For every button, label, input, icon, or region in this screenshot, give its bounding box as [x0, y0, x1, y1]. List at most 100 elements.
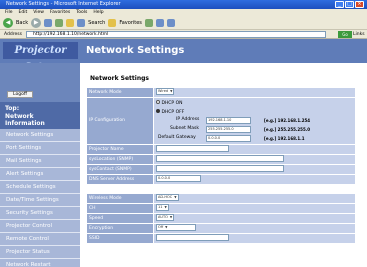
links-label[interactable]: Links: [353, 30, 365, 39]
sidebar-item-projector-status[interactable]: Projector Status: [0, 246, 80, 259]
dhcp-on-radio[interactable]: [156, 100, 160, 104]
sidebar-item-port-settings[interactable]: Port Settings: [0, 142, 80, 155]
window-controls: _ □ ×: [335, 1, 364, 8]
encryption-value: Off: [158, 225, 164, 229]
history-icon[interactable]: [144, 18, 153, 27]
network-mode-value: Wired: [158, 89, 169, 93]
spacer-cell-right: [153, 184, 356, 194]
network-mode-label: Network Mode: [86, 87, 154, 98]
default-gateway-label: Default Gateway: [158, 135, 196, 140]
menu-view[interactable]: View: [33, 9, 44, 16]
row-ip-configuration: IP Configuration DHCP ON DHCP OFF IP Add…: [86, 97, 356, 145]
maximize-icon[interactable]: □: [345, 1, 354, 8]
menu-bar: File Edit View Favorites Tools Help: [0, 9, 367, 16]
sidebar-item-projector-control[interactable]: Projector Control: [0, 220, 80, 233]
sidebar-item-top-network-information[interactable]: Top: Network Information: [0, 102, 80, 129]
dhcp-on-label: DHCP ON: [161, 101, 183, 106]
dhcp-on-option[interactable]: DHCP ON: [156, 100, 182, 106]
browser-window: Network Settings - Microsoft Internet Ex…: [0, 0, 367, 267]
sys-location-cell: [153, 154, 356, 165]
ssid-label: SSID: [86, 233, 154, 244]
ip-configuration-label: IP Configuration: [86, 97, 154, 145]
ch-select[interactable]: 11 ▼: [156, 204, 169, 211]
row-dns-server: DNS Server Address 0.0.0.0: [86, 174, 356, 185]
sidebar-item-schedule-settings[interactable]: Schedule Settings: [0, 181, 80, 194]
sidebar-item-remote-control[interactable]: Remote Control: [0, 233, 80, 246]
sidebar-item-date-time-settings[interactable]: Date/Time Settings: [0, 194, 80, 207]
projector-name-cell: [153, 144, 356, 155]
menu-file[interactable]: File: [5, 9, 13, 16]
page-title: Network Settings: [86, 45, 185, 56]
chevron-down-icon: ▼: [169, 215, 173, 219]
row-network-mode: Network Mode Wired ▼: [86, 87, 356, 98]
default-gateway-example: [e.g.] 192.168.1.1: [264, 136, 305, 141]
home-icon[interactable]: [66, 18, 75, 27]
projector-name-input[interactable]: [156, 145, 229, 152]
sidebar-item-mail-settings[interactable]: Mail Settings: [0, 155, 80, 168]
menu-favorites[interactable]: Favorites: [50, 9, 70, 16]
minimize-icon[interactable]: _: [335, 1, 344, 8]
sys-location-label: sysLocation (SNMP): [86, 154, 154, 165]
encryption-cell: Off ▼: [153, 223, 356, 234]
refresh-icon[interactable]: [55, 18, 64, 27]
speed-label: Speed: [86, 213, 154, 224]
dns-server-input[interactable]: 0.0.0.0: [156, 175, 201, 182]
wireless-mode-select[interactable]: AD-HOC ▼: [156, 194, 179, 201]
subnet-mask-example: [e.g.] 255.255.255.0: [264, 127, 311, 132]
back-icon[interactable]: ◀: [3, 17, 13, 28]
settings-content: Network Settings Network Mode Wired ▼ IP …: [86, 63, 367, 267]
sys-location-input[interactable]: [156, 155, 284, 162]
sys-contact-input[interactable]: [156, 165, 284, 172]
network-mode-select[interactable]: Wired ▼: [156, 88, 175, 95]
ssid-cell: [153, 233, 356, 244]
mail-icon[interactable]: [155, 18, 164, 27]
speed-value: AUTO: [158, 215, 168, 219]
dns-server-cell: 0.0.0.0: [153, 174, 356, 185]
row-sys-location: sysLocation (SNMP): [86, 154, 356, 165]
menu-edit[interactable]: Edit: [19, 9, 28, 16]
wireless-mode-label: Wireless Mode: [86, 193, 154, 204]
encryption-select[interactable]: Off ▼: [156, 224, 196, 231]
sys-contact-cell: [153, 164, 356, 175]
stop-icon[interactable]: [44, 18, 53, 27]
back-label[interactable]: Back: [16, 20, 28, 26]
sidebar-item-alert-settings[interactable]: Alert Settings: [0, 168, 80, 181]
wireless-mode-cell: AD-HOC ▼: [153, 193, 356, 204]
ip-configuration-cell: DHCP ON DHCP OFF IP Address 192.168.1.10…: [153, 97, 356, 145]
row-sys-contact: sysContact (SNMP): [86, 164, 356, 175]
favorites-icon[interactable]: [108, 18, 117, 27]
subnet-mask-input[interactable]: 255.255.255.0: [206, 126, 251, 133]
sidebar-top-line-1: Top:: [5, 105, 20, 112]
print-icon[interactable]: [166, 18, 175, 27]
network-mode-cell: Wired ▼: [153, 87, 356, 98]
menu-help[interactable]: Help: [93, 9, 103, 16]
dhcp-off-radio[interactable]: [156, 109, 160, 113]
dns-server-label: DNS Server Address: [86, 174, 154, 185]
ip-address-label: IP Address: [176, 117, 200, 122]
chevron-down-icon: ▼: [170, 89, 173, 93]
speed-select[interactable]: AUTO ▼: [156, 214, 175, 221]
forward-icon[interactable]: ▶: [31, 17, 42, 28]
search-icon[interactable]: [77, 18, 86, 27]
address-input[interactable]: http://192.168.1.10/network.html: [26, 31, 326, 38]
go-button[interactable]: Go: [338, 31, 352, 38]
row-encryption: Encryption Off ▼: [86, 223, 356, 234]
ssid-input[interactable]: [156, 234, 229, 241]
sidebar-item-network-settings[interactable]: Network Settings: [0, 129, 80, 142]
default-gateway-input[interactable]: 0.0.0.0: [206, 135, 251, 142]
dhcp-off-option[interactable]: DHCP OFF: [156, 109, 184, 115]
sidebar-item-network-restart[interactable]: Network Restart: [0, 259, 80, 267]
chevron-down-icon: ▼: [164, 205, 167, 209]
logoff-button[interactable]: Logoff: [7, 91, 33, 98]
section-title: Network Settings: [90, 75, 149, 82]
close-icon[interactable]: ×: [355, 1, 364, 8]
sidebar-item-security-settings[interactable]: Security Settings: [0, 207, 80, 220]
row-spacer: [86, 184, 356, 194]
menu-tools[interactable]: Tools: [76, 9, 87, 16]
sidebar: Logoff Top: Network Information Network …: [0, 63, 80, 267]
row-projector-name: Projector Name: [86, 144, 356, 155]
ip-address-input[interactable]: 192.168.1.10: [206, 117, 251, 124]
search-label[interactable]: Search: [88, 20, 105, 26]
chevron-down-icon: ▼: [165, 225, 168, 229]
favorites-label[interactable]: Favorites: [119, 20, 142, 26]
